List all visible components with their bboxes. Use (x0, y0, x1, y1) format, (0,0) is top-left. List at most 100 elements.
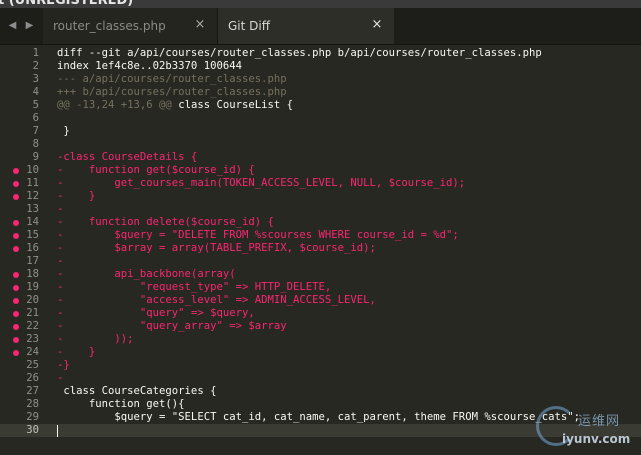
line-number: 10 (26, 164, 39, 176)
tab-router-classes[interactable]: router_classes.php × (43, 8, 218, 44)
code-line[interactable]: 24 - } (0, 346, 641, 359)
line-number: 14 (26, 216, 39, 228)
line-number: 6 (32, 112, 39, 124)
window-title: t (UNREGISTERED) (0, 0, 134, 8)
line-number: 29 (26, 411, 39, 423)
code-line[interactable]: 18 - api_backbone(array( (0, 268, 641, 281)
code-editor[interactable]: 1 diff --git a/api/courses/router_classes… (0, 45, 641, 455)
code-text: diff --git a/api/courses/router_classes.… (57, 47, 542, 59)
line-number: 24 (26, 346, 39, 358)
watermark: 运维网 iyunv.com (530, 400, 641, 455)
tab-nav-arrows: ◀ ▶ (6, 19, 36, 33)
line-number: 27 (26, 385, 39, 397)
line-number: 21 (26, 307, 39, 319)
line-number: 1 (32, 47, 39, 59)
line-number: 17 (26, 255, 39, 267)
line-number: 3 (32, 73, 39, 85)
code-line[interactable]: 11 - get_courses_main(TOKEN_ACCESS_LEVEL,… (0, 177, 641, 190)
code-line[interactable]: 26 - (0, 372, 641, 385)
tab-git-diff[interactable]: Git Diff × (218, 8, 394, 44)
code-text: -} (57, 359, 70, 371)
tab-label: Git Diff (228, 19, 270, 33)
code-line[interactable]: 3 --- a/api/courses/router_classes.php (0, 73, 641, 86)
line-number: 11 (26, 177, 39, 189)
code-line[interactable]: 16 - $array = array(TABLE_PREFIX, $course… (0, 242, 641, 255)
line-number: 30 (26, 424, 39, 436)
close-icon[interactable]: × (193, 18, 207, 32)
code-text: - function get($course_id) { (57, 164, 255, 176)
watermark-text: 运维网 (578, 414, 621, 429)
code-line[interactable]: 27 class CourseCategories { (0, 385, 641, 398)
line-number: 13 (26, 203, 39, 215)
line-number: 26 (26, 372, 39, 384)
code-line[interactable]: 22 - "query_array" => $array (0, 320, 641, 333)
code-line[interactable]: 14 - function delete($course_id) { (0, 216, 641, 229)
line-number: 5 (32, 99, 39, 111)
code-text: - "query" => $query, (57, 307, 255, 319)
watermark-url: iyunv.com (562, 432, 631, 446)
close-icon[interactable]: × (370, 18, 384, 32)
code-line[interactable]: 17 - (0, 255, 641, 268)
line-number: 9 (32, 151, 39, 163)
line-number: 15 (26, 229, 39, 241)
line-number: 7 (32, 125, 39, 137)
triangle-right-icon[interactable]: ▶ (23, 19, 36, 33)
line-number: 8 (32, 138, 39, 150)
code-line[interactable]: 9 -class CourseDetails { (0, 151, 641, 164)
code-line[interactable]: 20 - "access_level" => ADMIN_ACCESS_LEVEL… (0, 294, 641, 307)
line-number: 25 (26, 359, 39, 371)
code-line[interactable]: 1 diff --git a/api/courses/router_classes… (0, 47, 641, 60)
code-line[interactable]: 15 - $query = "DELETE FROM %scourses WHER… (0, 229, 641, 242)
code-text: @@ -13,24 +13,6 @@ class CourseList { (57, 99, 293, 112)
code-text: - "query_array" => $array (57, 320, 287, 332)
code-text: function get(){ (57, 398, 185, 410)
code-text: - $query = "DELETE FROM %scourses WHERE … (57, 229, 459, 241)
code-text: +++ b/api/courses/router_classes.php (57, 86, 287, 98)
line-number: 28 (26, 398, 39, 410)
code-text: class CourseCategories { (57, 385, 217, 397)
code-text: - "access_level" => ADMIN_ACCESS_LEVEL, (57, 294, 376, 306)
line-number: 4 (32, 86, 39, 98)
line-number: 18 (26, 268, 39, 280)
code-line[interactable]: 8 (0, 138, 641, 151)
code-line[interactable]: 4 +++ b/api/courses/router_classes.php (0, 86, 641, 99)
code-text: - )); (57, 333, 134, 345)
tab-label: router_classes.php (53, 19, 166, 33)
text-cursor (57, 425, 58, 437)
hunk-context: class CourseList { (171, 99, 293, 111)
code-line[interactable]: 12 - } (0, 190, 641, 203)
code-line[interactable]: 5 @@ -13,24 +13,6 @@ class CourseList { (0, 99, 641, 112)
code-text: - } (57, 190, 96, 202)
line-number: 2 (32, 60, 39, 72)
line-number: 23 (26, 333, 39, 345)
code-line[interactable]: 6 (0, 112, 641, 125)
code-text: - api_backbone(array( (57, 268, 236, 280)
code-line[interactable]: 25 -} (0, 359, 641, 372)
code-text: --- a/api/courses/router_classes.php (57, 73, 287, 85)
code-line[interactable]: 13 - (0, 203, 641, 216)
hunk-header: @@ -13,24 +13,6 @@ (57, 99, 172, 111)
code-line[interactable]: 7 } (0, 125, 641, 138)
code-line[interactable]: 21 - "query" => $query, (0, 307, 641, 320)
code-text: - get_courses_main(TOKEN_ACCESS_LEVEL, N… (57, 177, 466, 189)
code-line[interactable]: 10 - function get($course_id) { (0, 164, 641, 177)
code-text: - "request_type" => HTTP_DELETE, (57, 281, 332, 293)
editor-window: t (UNREGISTERED) ◀ ▶ router_classes.php … (0, 0, 641, 455)
code-text: - (57, 372, 64, 384)
code-text: - function delete($course_id) { (57, 216, 274, 228)
code-text: - (57, 255, 64, 267)
code-text: index 1ef4c8e..02b3370 100644 (57, 60, 242, 72)
triangle-left-icon[interactable]: ◀ (6, 19, 19, 33)
code-line[interactable]: 19 - "request_type" => HTTP_DELETE, (0, 281, 641, 294)
line-number: 16 (26, 242, 39, 254)
line-number: 20 (26, 294, 39, 306)
code-line[interactable]: 2 index 1ef4c8e..02b3370 100644 (0, 60, 641, 73)
code-line[interactable]: 23 - )); (0, 333, 641, 346)
title-bar: t (UNREGISTERED) (0, 0, 641, 8)
tab-bar: ◀ ▶ router_classes.php × Git Diff × (0, 8, 641, 45)
code-text: - } (57, 346, 96, 358)
code-text: $query = "SELECT cat_id, cat_name, cat_p… (57, 411, 580, 423)
line-number: 19 (26, 281, 39, 293)
code-text: } (57, 125, 70, 137)
code-text: - (57, 203, 64, 215)
